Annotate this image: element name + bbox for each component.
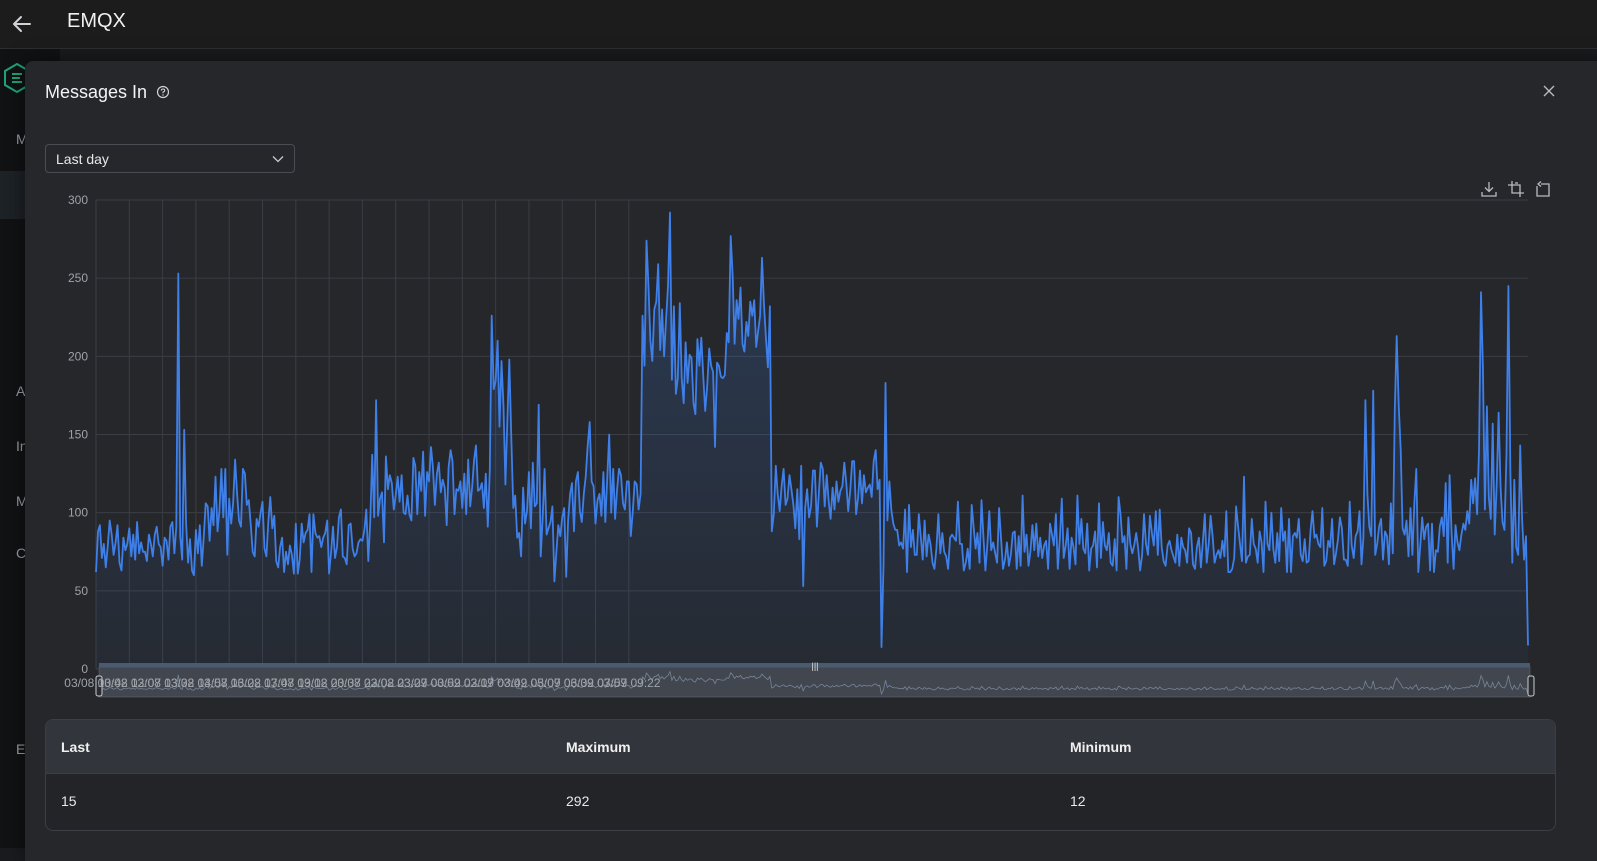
sidebar-letter: A: [16, 383, 26, 399]
datazoom-move-handle[interactable]: |||: [811, 661, 818, 671]
back-arrow-icon[interactable]: [8, 10, 36, 38]
value-maximum: 292: [566, 793, 590, 809]
y-tick-label: 300: [68, 193, 88, 207]
series-area: [96, 212, 1528, 669]
header-minimum: Minimum: [1070, 739, 1132, 755]
stats-value-row: 15 292 12: [46, 774, 1555, 830]
stats-table: Last Maximum Minimum 15 292 12: [45, 719, 1556, 831]
y-tick-label: 50: [75, 584, 89, 598]
y-tick-label: 250: [68, 271, 88, 285]
stats-header-row: Last Maximum Minimum: [46, 720, 1555, 774]
messages-in-chart: 050100150200250300|||03/08 10:4203/08 12…: [64, 193, 1535, 698]
y-tick-label: 150: [68, 428, 88, 442]
datazoom-right-handle[interactable]: [1527, 675, 1535, 697]
y-tick-label: 0: [81, 662, 88, 676]
messages-in-dialog: Messages In Last day 0 50 100 150 200 250 300 |…: [25, 61, 1597, 861]
x-tick-label: 03/09 09:22: [597, 676, 661, 690]
header-maximum: Maximum: [566, 739, 631, 755]
y-tick-label: 100: [68, 506, 88, 520]
top-bar: EMQX: [0, 0, 1597, 49]
y-tick-label: 200: [68, 349, 88, 363]
value-minimum: 12: [1070, 793, 1086, 809]
header-last: Last: [61, 739, 90, 755]
app-title: EMQX: [67, 10, 126, 32]
sidebar-letter: E: [16, 741, 26, 757]
value-last: 15: [61, 793, 77, 809]
